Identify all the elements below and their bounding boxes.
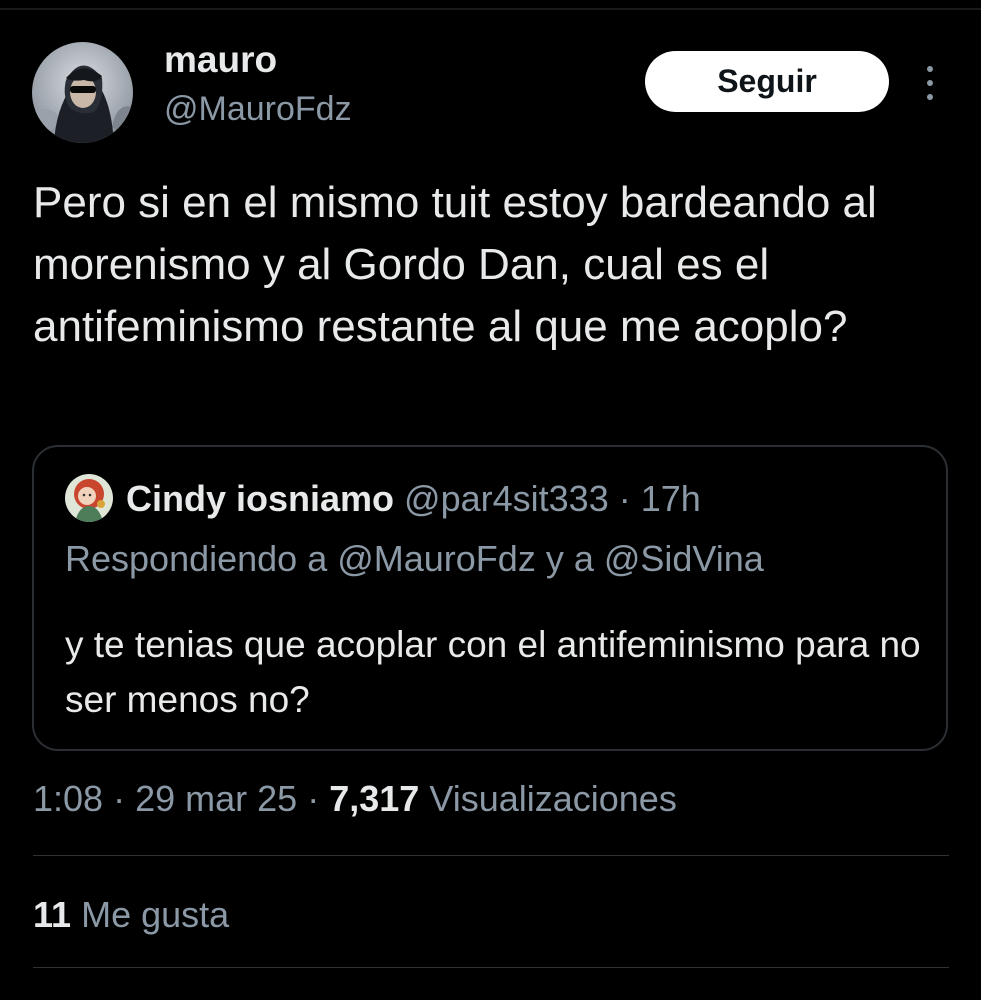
more-vertical-icon [927, 66, 933, 72]
quoted-author-name[interactable]: Cindy iosniamo [126, 478, 394, 519]
tweet-text: Pero si en el mismo tuit estoy bardeando… [33, 178, 877, 351]
more-vertical-icon-dot [927, 80, 933, 86]
views-label: Visualizaciones [429, 778, 677, 819]
quoted-author-avatar[interactable] [65, 474, 113, 522]
divider [33, 967, 949, 968]
author-avatar[interactable] [32, 42, 133, 143]
likes-count: 11 [33, 894, 72, 935]
more-options-button[interactable] [915, 60, 945, 106]
tweet-time[interactable]: 1:08 [33, 778, 103, 819]
tweet-meta: 1:08 · 29 mar 25 · 7,317 Visualizaciones [33, 777, 677, 821]
author-display-name[interactable]: mauro [164, 38, 277, 82]
quoted-timestamp[interactable]: 17h [641, 478, 701, 519]
quoted-separator: · [618, 478, 631, 519]
author-handle[interactable]: @MauroFdz [164, 88, 352, 130]
likes-label: Me gusta [81, 894, 230, 935]
follow-button[interactable]: Seguir [645, 51, 889, 112]
quoted-replying-to: Respondiendo a @MauroFdz y a @SidVina [65, 538, 764, 579]
meta-separator: · [113, 778, 126, 819]
user-avatar-illustration-icon [65, 474, 113, 522]
more-vertical-icon-dot [927, 94, 933, 100]
views-count: 7,317 [329, 778, 420, 819]
divider [33, 855, 949, 856]
likes-summary[interactable]: 11 Me gusta [33, 893, 229, 937]
user-avatar-icon [32, 42, 133, 143]
top-divider [0, 8, 981, 10]
quoted-author-handle[interactable]: @par4sit333 [404, 478, 609, 519]
tweet-date[interactable]: 29 mar 25 [135, 778, 297, 819]
quoted-tweet-card[interactable]: Cindy iosniamo @par4sit333 · 17h Respond… [32, 445, 948, 751]
meta-separator: · [307, 778, 320, 819]
quoted-tweet-header: Cindy iosniamo @par4sit333 · 17h [126, 477, 701, 521]
quoted-tweet-text: y te tenias que acoplar con el antifemin… [65, 624, 921, 720]
